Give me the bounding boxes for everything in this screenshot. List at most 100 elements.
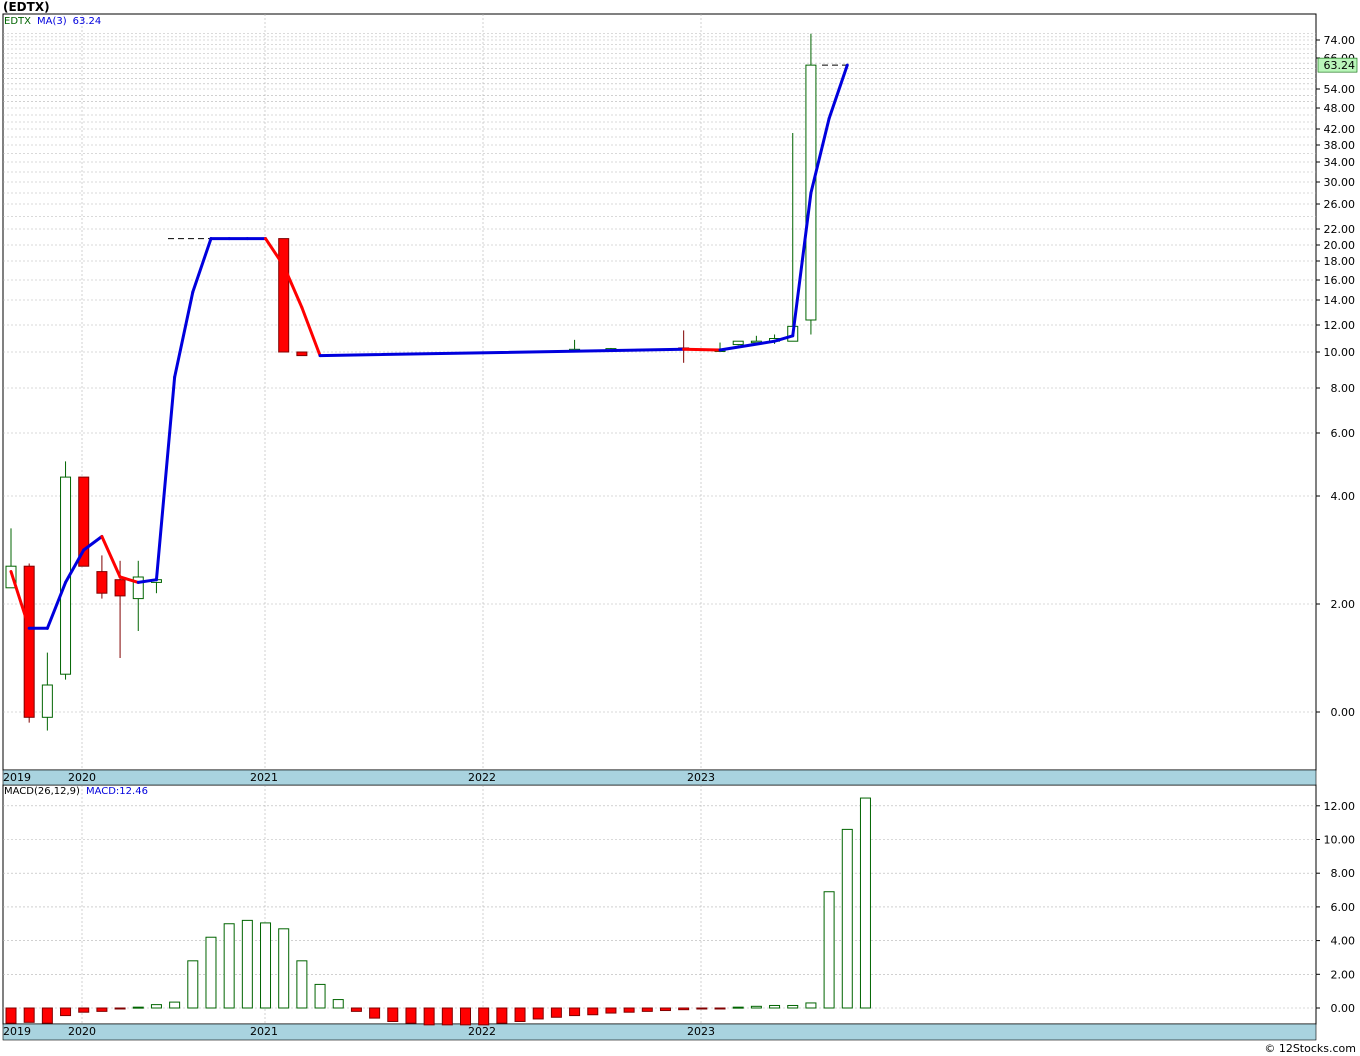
legend-macd-value: MACD:12.46 (85, 786, 148, 797)
macd-bar (441, 1007, 453, 1026)
macd-bar (678, 1007, 690, 1011)
macd-bar (805, 1002, 817, 1009)
macd-bar (532, 1007, 544, 1020)
price-y-tick-label: 14.00 (1324, 294, 1356, 307)
macd-bar (132, 1006, 144, 1009)
candle-body (96, 571, 108, 594)
candle (296, 351, 308, 357)
ma-line-segment (718, 339, 777, 352)
macd-bar (114, 1007, 126, 1010)
price-y-tick-label: 42.00 (1324, 123, 1356, 136)
last-price-label: 63.24 (1324, 59, 1356, 72)
macd-bar (205, 936, 217, 1009)
macd-bar (350, 1007, 362, 1012)
price-y-tick-label: 20.00 (1324, 239, 1356, 252)
ma-line-segment (300, 306, 322, 358)
ma-line-segment (682, 347, 722, 352)
macd-bar (150, 1004, 162, 1009)
macd-y-tick-label: 10.00 (1324, 834, 1356, 847)
legend-ticker: EDTX (4, 16, 31, 27)
price-y-tick-label: 30.00 (1324, 176, 1356, 189)
macd-legend: MACD(26,12,9) MACD:12.46 (4, 786, 154, 797)
macd-bar (296, 960, 308, 1009)
ma-line-segment (173, 290, 195, 379)
macd-bar (787, 1004, 799, 1009)
price-y-tick-label: 34.00 (1324, 156, 1356, 169)
macd-bar (478, 1007, 490, 1026)
macd-bar (78, 1007, 90, 1013)
macd-bar (332, 999, 344, 1009)
price-x-tick-label: 2021 (250, 771, 278, 784)
macd-bar (169, 1001, 181, 1009)
macd-bar (823, 891, 835, 1009)
macd-x-tick-label: 2020 (68, 1025, 96, 1038)
macd-bar (278, 928, 290, 1009)
macd-bar (732, 1006, 744, 1009)
macd-bar (5, 1007, 17, 1024)
price-y-tick-label: 2.00 (1331, 598, 1356, 611)
macd-bar (841, 828, 853, 1009)
price-x-axis (2, 769, 1317, 786)
macd-bar (41, 1007, 53, 1024)
price-legend: EDTX MA(3) 63.24 (4, 16, 107, 27)
price-y-tick-label: 16.00 (1324, 274, 1356, 287)
macd-bar (514, 1007, 526, 1022)
macd-x-tick-label: 2019 (3, 1025, 31, 1038)
ma-line-segment (318, 347, 686, 358)
macd-bar (96, 1007, 108, 1012)
macd-bar (859, 797, 871, 1009)
candle-body (296, 351, 308, 357)
macd-bar (241, 919, 253, 1009)
macd-y-tick-label: 6.00 (1331, 901, 1356, 914)
macd-x-tick-label: 2023 (687, 1025, 715, 1038)
price-y-tick-label: 8.00 (1331, 382, 1356, 395)
ma-line-segment (154, 375, 177, 582)
price-y-tick-label: 22.00 (1324, 223, 1356, 236)
price-y-tick-label: 74.00 (1324, 34, 1356, 47)
candle (132, 560, 144, 631)
price-y-tick-label: 48.00 (1324, 102, 1356, 115)
macd-bar (260, 922, 272, 1009)
ma-line-segment (191, 237, 213, 294)
price-y-tick-label: 18.00 (1324, 255, 1356, 268)
legend-ma-label: MA(3) (36, 16, 67, 27)
legend-macd-label: MACD(26,12,9) (4, 786, 80, 797)
macd-bar (769, 1004, 781, 1009)
chart-canvas: 2019 2019 2020 2020 2021 2021 2022 2022 2023 2023… (2, 13, 1358, 1041)
price-y-tick-label: 54.00 (1324, 83, 1356, 96)
watermark: © 12Stocks.com (1264, 1042, 1356, 1055)
price-y-tick-label: 6.00 (1331, 427, 1356, 440)
price-y-tick-label: 4.00 (1331, 490, 1356, 503)
candle (60, 461, 72, 680)
macd-bar (659, 1007, 671, 1012)
macd-bar (187, 960, 199, 1009)
price-x-tick-label: 2020 (68, 771, 96, 784)
macd-bar (641, 1007, 653, 1012)
macd-bar (750, 1005, 762, 1009)
macd-bar (550, 1007, 562, 1018)
macd-y-tick-label: 12.00 (1324, 800, 1356, 813)
macd-bar (314, 983, 326, 1009)
ma-line-segment (100, 535, 122, 579)
macd-bar (387, 1007, 399, 1022)
macd-bar (223, 923, 235, 1009)
macd-y-tick-label: 8.00 (1331, 867, 1356, 880)
macd-y-tick-label: 0.00 (1331, 1002, 1356, 1015)
macd-panel-frame (2, 784, 1317, 1025)
price-y-tick-label: 38.00 (1324, 139, 1356, 152)
macd-bar (405, 1007, 417, 1024)
price-x-tick-label: 2022 (468, 771, 496, 784)
macd-bar (23, 1007, 35, 1023)
candle-body (41, 684, 53, 718)
price-y-tick-label: 10.00 (1324, 346, 1356, 359)
macd-bar (60, 1007, 72, 1017)
macd-bar (369, 1007, 381, 1019)
legend-ma-value: 63.24 (72, 16, 102, 27)
price-y-tick-label: 12.00 (1324, 319, 1356, 332)
macd-y-tick-label: 4.00 (1331, 935, 1356, 948)
price-y-tick-label: 0.00 (1331, 706, 1356, 719)
price-x-tick-label: 2023 (687, 771, 715, 784)
macd-bar (714, 1007, 726, 1010)
macd-bar (569, 1007, 581, 1017)
macd-bar (605, 1007, 617, 1014)
